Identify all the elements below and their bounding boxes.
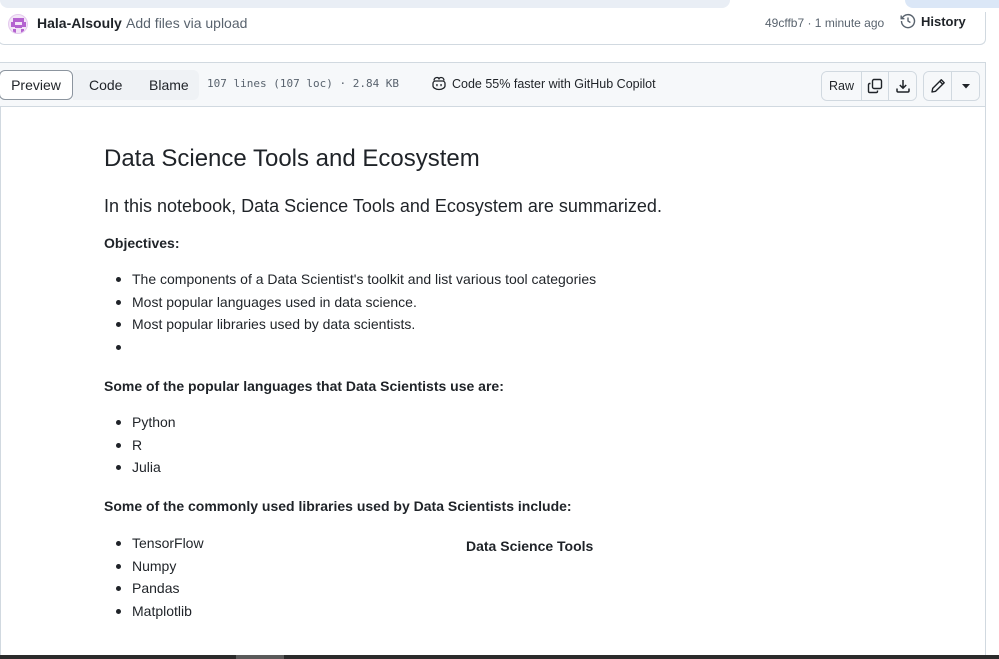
tab-preview[interactable]: Preview: [0, 70, 73, 100]
list-item: Most popular libraries used by data scie…: [104, 313, 596, 336]
edit-group: [923, 71, 980, 101]
triangle-down-icon: [961, 84, 970, 89]
edit-options-button[interactable]: [952, 72, 979, 100]
scrollbar-thumb[interactable]: [236, 655, 284, 659]
libraries-heading: Some of the commonly used libraries used…: [104, 498, 572, 514]
list-item: The components of a Data Scientist's too…: [104, 268, 596, 291]
list-item: [104, 336, 596, 359]
top-background-strip: [0, 0, 730, 8]
list-item: Most popular languages used in data scie…: [104, 291, 596, 314]
top-right-background-strip: [905, 0, 999, 8]
copilot-promo-link[interactable]: Code 55% faster with GitHub Copilot: [431, 76, 656, 91]
languages-heading: Some of the popular languages that Data …: [104, 378, 504, 394]
download-icon: [895, 80, 910, 93]
copy-icon: [867, 78, 883, 94]
document-title: Data Science Tools and Ecosystem: [104, 145, 480, 172]
file-lines-info: 107 lines (107 loc) · 2.84 KB: [207, 77, 400, 90]
list-item: TensorFlow: [104, 532, 204, 555]
table-title: Data Science Tools: [466, 538, 594, 554]
list-item: R: [104, 434, 176, 457]
raw-copy-download-group: Raw: [821, 71, 917, 101]
commit-author-link[interactable]: Hala-Alsouly: [37, 15, 122, 31]
download-raw-button[interactable]: [889, 72, 916, 100]
objectives-list: The components of a Data Scientist's too…: [104, 268, 596, 358]
list-item: Pandas: [104, 577, 204, 600]
history-label: History: [921, 13, 966, 29]
list-item: Numpy: [104, 555, 204, 578]
raw-button[interactable]: Raw: [822, 72, 862, 100]
pencil-icon: [930, 79, 945, 93]
horizontal-scrollbar[interactable]: [0, 655, 999, 659]
tab-blame[interactable]: Blame: [149, 70, 189, 100]
edit-file-button[interactable]: [924, 72, 952, 100]
document-intro: In this notebook, Data Science Tools and…: [104, 196, 662, 216]
history-icon: [900, 13, 916, 29]
objectives-heading: Objectives:: [104, 235, 180, 251]
libraries-list: TensorFlow Numpy Pandas Matplotlib: [104, 532, 204, 622]
tab-code[interactable]: Code: [89, 70, 122, 100]
copy-raw-button[interactable]: [862, 72, 889, 100]
list-item: Python: [104, 411, 176, 434]
latest-commit-bar: Hala-Alsouly Add files via upload 49cffb…: [0, 12, 986, 45]
commit-message-link[interactable]: Add files via upload: [126, 15, 247, 31]
languages-list: Python R Julia: [104, 411, 176, 479]
avatar[interactable]: [8, 14, 28, 34]
copilot-icon: [432, 76, 446, 91]
list-item: Matplotlib: [104, 600, 204, 623]
file-toolbar: Preview Code Blame 107 lines (107 loc) ·…: [0, 62, 986, 107]
copilot-label: Code 55% faster with GitHub Copilot: [452, 76, 656, 91]
commit-sha-and-time[interactable]: 49cffb7 · 1 minute ago: [765, 16, 884, 30]
list-item: Julia: [104, 456, 176, 479]
history-button[interactable]: History: [900, 13, 966, 29]
file-preview-content: Data Science Tools and Ecosystem In this…: [0, 107, 986, 659]
